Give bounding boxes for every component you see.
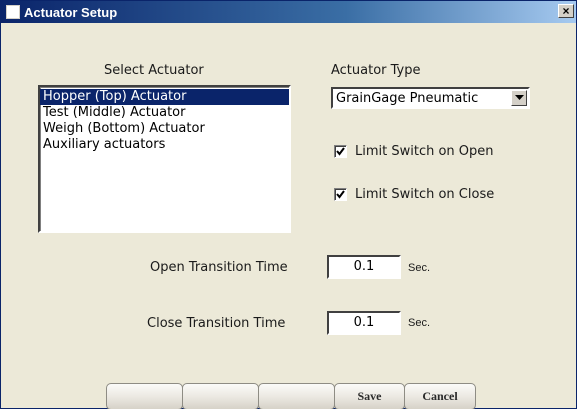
- close-transition-input[interactable]: 0.1: [327, 311, 401, 335]
- list-item-test[interactable]: Test (Middle) Actuator: [40, 105, 289, 121]
- checkmark-icon: [336, 147, 345, 156]
- limit-close-option[interactable]: Limit Switch on Close: [334, 187, 494, 202]
- open-transition-label: Open Transition Time: [150, 260, 288, 275]
- actuator-listbox[interactable]: Hopper (Top) Actuator Test (Middle) Actu…: [38, 85, 291, 233]
- list-item-hopper[interactable]: Hopper (Top) Actuator: [40, 89, 289, 105]
- list-item-weigh[interactable]: Weigh (Bottom) Actuator: [40, 121, 289, 137]
- limit-close-label: Limit Switch on Close: [355, 187, 495, 202]
- chevron-down-icon[interactable]: [511, 90, 527, 106]
- limit-open-option[interactable]: Limit Switch on Open: [334, 144, 494, 159]
- blank-button-1[interactable]: [106, 383, 183, 409]
- checkmark-icon: [336, 190, 345, 199]
- window-title: Actuator Setup: [24, 4, 118, 20]
- blank-button-3[interactable]: [258, 383, 335, 409]
- limit-open-checkbox[interactable]: [334, 145, 347, 158]
- limit-open-label: Limit Switch on Open: [355, 144, 494, 159]
- limit-close-checkbox[interactable]: [334, 188, 347, 201]
- open-transition-input[interactable]: 0.1: [327, 255, 401, 279]
- save-button[interactable]: Save: [334, 383, 405, 409]
- actuator-type-label: Actuator Type: [331, 63, 421, 78]
- close-transition-label: Close Transition Time: [147, 316, 286, 331]
- cancel-button[interactable]: Cancel: [404, 383, 476, 409]
- actuator-type-select[interactable]: GrainGage Pneumatic: [331, 87, 530, 109]
- close-transition-unit: Sec.: [408, 317, 431, 329]
- list-item-auxiliary[interactable]: Auxiliary actuators: [40, 137, 289, 153]
- blank-button-2[interactable]: [182, 383, 259, 409]
- title-bar[interactable]: Actuator Setup ×: [1, 1, 576, 23]
- window-icon: [6, 5, 20, 19]
- close-button[interactable]: ×: [558, 4, 574, 18]
- actuator-type-value: GrainGage Pneumatic: [336, 90, 479, 106]
- select-actuator-label: Select Actuator: [104, 63, 204, 78]
- actuator-setup-window: Actuator Setup × Select Actuator Hopper …: [0, 0, 577, 409]
- open-transition-unit: Sec.: [408, 262, 431, 274]
